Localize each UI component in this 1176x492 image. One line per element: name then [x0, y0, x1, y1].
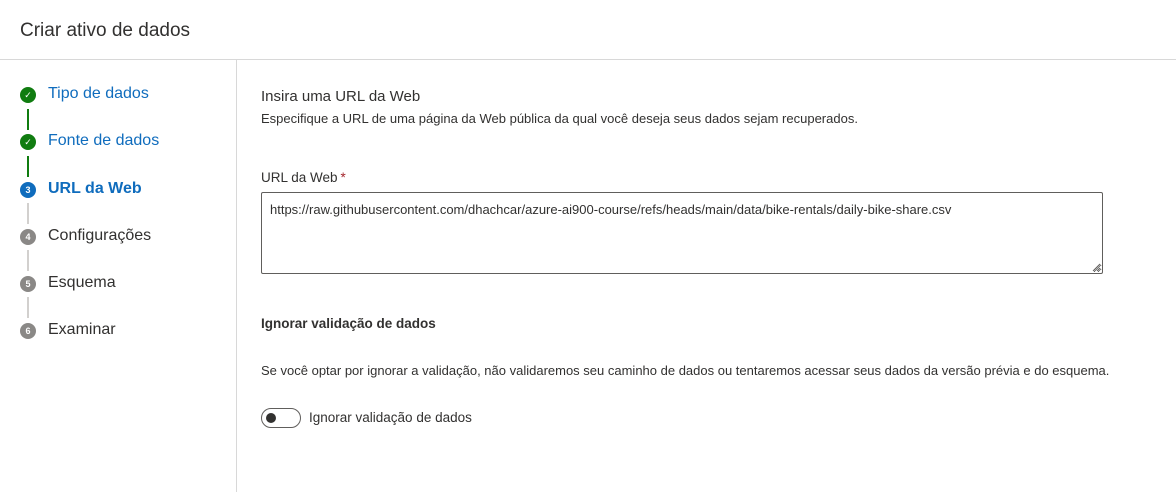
- step-label: Fonte de dados: [48, 132, 160, 149]
- step-number-badge: 6: [20, 323, 36, 339]
- check-icon: ✓: [20, 134, 36, 150]
- web-url-input[interactable]: [261, 192, 1103, 274]
- section-title: Insira uma URL da Web: [261, 88, 421, 105]
- step-label: Configurações: [48, 227, 152, 244]
- step-label: Esquema: [48, 274, 116, 291]
- wizard-steps-sidebar: ✓ Tipo de dados ✓ Fonte de dados 3 URL d…: [0, 60, 237, 492]
- step-connector: [27, 250, 29, 271]
- step-label: Examinar: [48, 321, 116, 338]
- step-connector: [27, 297, 29, 318]
- step-label: URL da Web: [48, 180, 142, 197]
- step-url-da-web[interactable]: 3 URL da Web: [0, 177, 236, 203]
- ignore-validation-title: Ignorar validação de dados: [261, 316, 436, 331]
- step-examinar[interactable]: 6 Examinar: [0, 318, 236, 344]
- ignore-validation-description: Se você optar por ignorar a validação, n…: [261, 363, 1110, 378]
- toggle-knob: [266, 413, 276, 423]
- step-fonte-de-dados[interactable]: ✓ Fonte de dados: [0, 129, 236, 155]
- main-content: Insira uma URL da Web Especifique a URL …: [261, 60, 1141, 492]
- ignore-validation-toggle-label[interactable]: Ignorar validação de dados: [309, 410, 472, 425]
- step-number-badge: 4: [20, 229, 36, 245]
- page-header: Criar ativo de dados: [0, 0, 1176, 60]
- ignore-validation-toggle[interactable]: [261, 408, 301, 428]
- step-connector: [27, 156, 29, 177]
- step-label: Tipo de dados: [48, 85, 149, 102]
- step-connector: [27, 109, 29, 130]
- step-configuracoes[interactable]: 4 Configurações: [0, 224, 236, 250]
- step-number-badge: 5: [20, 276, 36, 292]
- section-description: Especifique a URL de uma página da Web p…: [261, 111, 858, 126]
- step-tipo-de-dados[interactable]: ✓ Tipo de dados: [0, 82, 236, 108]
- url-field-label-text: URL da Web: [261, 170, 338, 185]
- step-number-badge: 3: [20, 182, 36, 198]
- url-field-label: URL da Web *: [261, 170, 346, 185]
- step-esquema[interactable]: 5 Esquema: [0, 271, 236, 297]
- step-connector: [27, 203, 29, 224]
- required-marker: *: [340, 170, 346, 185]
- page-title: Criar ativo de dados: [20, 20, 191, 41]
- check-icon: ✓: [20, 87, 36, 103]
